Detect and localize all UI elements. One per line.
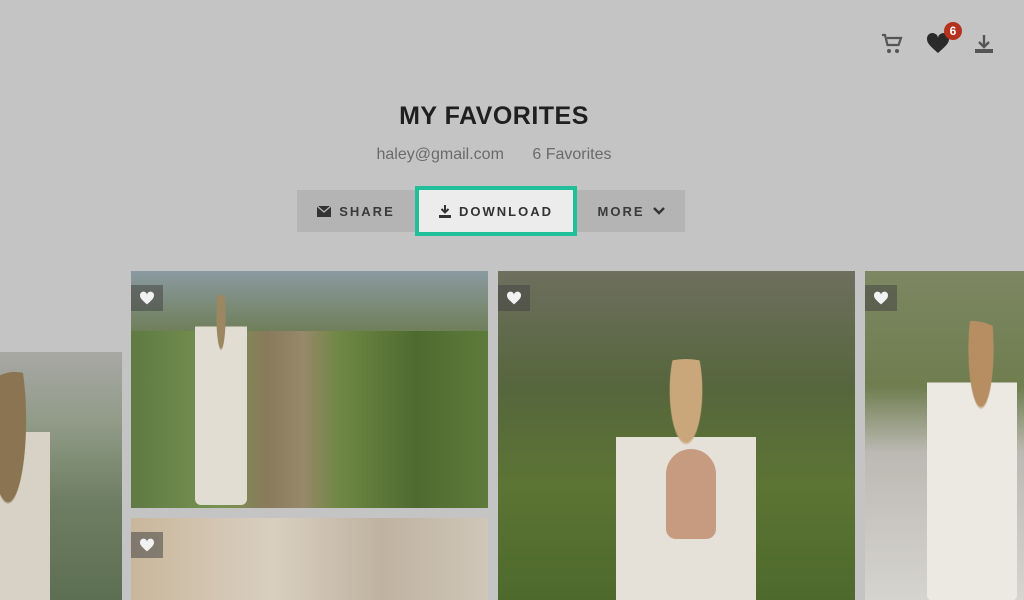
photo-vineyard-path[interactable] bbox=[131, 271, 488, 508]
header-icons: 6 bbox=[880, 22, 996, 56]
photo-car[interactable] bbox=[865, 271, 1024, 600]
share-label: SHARE bbox=[339, 203, 395, 219]
download-label: DOWNLOAD bbox=[459, 203, 553, 219]
photo-left-partial[interactable] bbox=[0, 352, 122, 600]
heart-icon bbox=[506, 291, 522, 305]
heart-icon bbox=[139, 538, 155, 552]
favorites-count-badge: 6 bbox=[944, 22, 962, 40]
favorite-toggle[interactable] bbox=[865, 285, 897, 311]
favorite-toggle[interactable] bbox=[498, 285, 530, 311]
favorites-heart-icon[interactable]: 6 bbox=[926, 22, 962, 56]
download-button[interactable]: DOWNLOAD bbox=[415, 186, 577, 236]
share-button[interactable]: SHARE bbox=[297, 190, 415, 232]
photo-detail[interactable] bbox=[131, 518, 488, 600]
heart-icon bbox=[873, 291, 889, 305]
more-label: MORE bbox=[597, 203, 645, 219]
favorite-toggle[interactable] bbox=[131, 285, 163, 311]
cart-icon[interactable] bbox=[880, 32, 904, 56]
envelope-icon bbox=[317, 205, 332, 217]
heart-icon bbox=[139, 291, 155, 305]
action-toolbar: SHARE DOWNLOAD MORE bbox=[297, 186, 685, 236]
page-meta: haley@gmail.com 6 Favorites bbox=[0, 146, 988, 164]
favorite-toggle[interactable] bbox=[131, 532, 163, 558]
page-title: MY FAVORITES bbox=[399, 102, 589, 130]
chevron-down-icon bbox=[652, 207, 665, 215]
download-icon[interactable] bbox=[972, 32, 996, 56]
user-email: haley@gmail.com bbox=[376, 146, 504, 163]
photo-lace-back[interactable] bbox=[498, 271, 855, 600]
download-arrow-icon bbox=[439, 204, 451, 218]
favorites-count: 6 Favorites bbox=[532, 146, 612, 163]
more-button[interactable]: MORE bbox=[577, 190, 685, 232]
